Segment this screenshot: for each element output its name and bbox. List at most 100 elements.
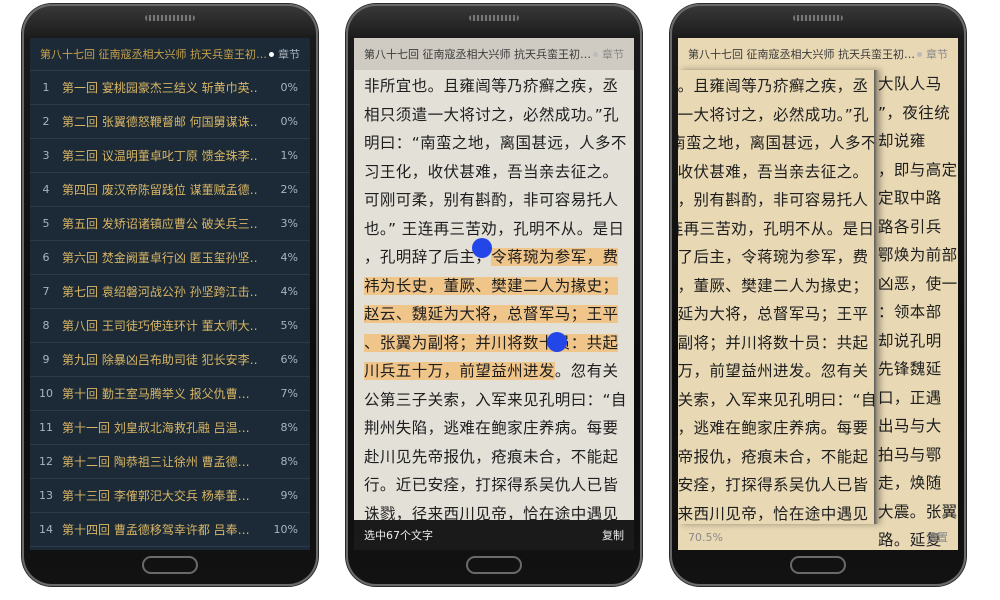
chapter-dot-icon (269, 51, 274, 57)
flipping-page[interactable]: 非所宜也。且雍闿等乃疥癣之疾，丞相只须遣一大将讨之，必然成功。”孔明曰：“南蛮之… (678, 70, 876, 524)
toc-item-percent: 1% (280, 148, 298, 162)
toc-item[interactable]: 6 第六回 焚金阙董卓行凶 匿玉玺孙坚… 4% (30, 240, 310, 275)
reading-progress: 70.5% (688, 530, 723, 544)
text-line: 行。近已安痊，打探得系吴仇人已皆 (678, 471, 876, 500)
text-line: ，即与高定 (878, 160, 958, 179)
text-line: 、张翼为副将；并川将数十员：共起 (678, 329, 876, 358)
text-line: 赴川见先帝报仇，疮痕未合，不能起 (678, 443, 876, 472)
text-segment: 、张翼为副将；并川将数十员：共起 (678, 333, 869, 352)
text-segment: 。忽有关 (804, 362, 869, 380)
toc-item[interactable]: 10 第十回 勤王室马腾举义 报父仇曹… 7% (30, 376, 310, 411)
toc-item[interactable]: 5 第五回 发矫诏诸镇应曹公 破关兵三… 3% (30, 206, 310, 241)
text-segment: 相只须遣一大将讨之，必然成功。”孔 (364, 105, 620, 124)
text-segment: ，孔明辞了后主， (678, 248, 742, 266)
toc-item[interactable]: 13 第十三回 李傕郭汜大交兵 杨奉董… 9% (30, 478, 310, 513)
text-segment: 行。近已安痊，打探得系吴仇人已皆 (678, 476, 869, 494)
reader-text[interactable]: 非所宜也。且雍闿等乃疥癣之疾，丞 相只须遣一大将讨之，必然成功。”孔 明曰：“南蛮之… (364, 72, 628, 550)
text-segment: 明曰：“南蛮之地，离国甚远，人多不 (364, 134, 627, 152)
text-line: 赵云、魏延为大将，总督军马；王平 (364, 300, 628, 329)
copy-button[interactable]: 复制 (602, 527, 624, 543)
text-line: 出马与大 (878, 417, 942, 435)
speaker-grille (793, 15, 843, 21)
text-segment: 公第三子关索，入军来见孔明曰：“自 (678, 390, 876, 409)
text-segment: 明曰：“南蛮之地，离国甚远，人多不 (678, 134, 876, 152)
toc-item[interactable]: 8 第八回 王司徒巧使连环计 董太师大… 5% (30, 308, 310, 343)
reader-screen: 第八十七回 征南寇丞相大兴师 抗天兵蛮王初… 章节 非所宜也。且雍闿等乃疥癣之疾… (354, 38, 634, 550)
selected-text: 川兵五十万，前望益州进发 (364, 362, 555, 380)
text-line: 诛戮，径来西川见帝，恰在途中遇见 (678, 500, 876, 525)
text-segment: 令蒋琬为参军，费 (741, 248, 869, 266)
text-line: 拍马与鄂 (878, 445, 942, 464)
selected-text: 赵云、魏延为大将，总督军马；王平 (364, 305, 619, 323)
text-line: 荆州失陷，逃难在鲍家庄养病。每要 (364, 414, 628, 443)
text-line: ，孔明辞了后主，令蒋琬为参军，费 (678, 243, 876, 272)
next-page-text: 大队人马 ”，夜往统 却说雍 ，即与高定 定取中路 路各引兵 鄂焕为前部 凶恶，使一 ：领本部… (878, 70, 958, 550)
toc-item-number: 5 (42, 216, 50, 230)
text-line: 走，焕随 (878, 474, 942, 492)
text-segment: 公第三子关索，入军来见孔明曰：“自 (364, 390, 627, 409)
home-button[interactable] (466, 556, 522, 574)
text-line: 行。近已安痊，打探得系吴仇人已皆 (364, 471, 628, 500)
toc-item-percent: 10% (273, 522, 298, 536)
toc-item-percent: 7% (280, 386, 298, 400)
toc-item-title: 第四回 废汉帝陈留践位 谋董贼孟德… (62, 182, 258, 197)
text-segment: 非所宜也。且雍闿等乃疥癣之疾，丞 (678, 77, 869, 95)
toc-item-title: 第十一回 刘皇叔北海救孔融 吕温… (62, 420, 250, 435)
toc-item[interactable]: 4 第四回 废汉帝陈留践位 谋董贼孟德… 2% (30, 172, 310, 207)
text-segment: 祎为长史，董厥、樊建二人为掾史； (678, 276, 869, 295)
toc-item-number: 4 (42, 182, 50, 196)
toc-item-title: 第九回 除暴凶吕布助司徒 犯长安李… (62, 352, 258, 367)
text-line: 祎为长史，董厥、樊建二人为掾史； (678, 272, 876, 301)
text-line: 明曰：“南蛮之地，离国甚远，人多不 (678, 129, 876, 158)
toc-item[interactable]: 9 第九回 除暴凶吕布助司徒 犯长安李… 6% (30, 342, 310, 377)
selection-end-handle-icon[interactable] (547, 332, 567, 352)
chapters-button[interactable]: 章节 (593, 46, 634, 62)
toc-item[interactable]: 14 第十四回 曹孟德移驾幸许都 吕奉… 10% (30, 512, 310, 547)
text-line: 大震。张翼 (878, 502, 958, 521)
toc-item-number: 10 (39, 386, 53, 400)
flipping-page-text: 非所宜也。且雍闿等乃疥癣之疾，丞相只须遣一大将讨之，必然成功。”孔明曰：“南蛮之… (678, 72, 876, 524)
text-line: 可刚可柔，别有斟酌，非可容易托人 (364, 186, 628, 215)
toc-item-title: 第八回 王司徒巧使连环计 董太师大… (62, 318, 258, 333)
text-line: 赴川见先帝报仇，疮痕未合，不能起 (364, 443, 628, 472)
settings-button[interactable]: 设置 (926, 529, 948, 545)
toc-item-percent: 2% (280, 182, 298, 196)
toc-item-number: 2 (42, 114, 50, 128)
home-button[interactable] (142, 556, 198, 574)
text-segment: 习王化，收伏甚难，吾当亲去征之。 (678, 162, 869, 181)
toc-item[interactable]: 2 第二回 张翼德怒鞭督邮 何国舅谋诛… 0% (30, 104, 310, 139)
toc-item[interactable]: 1 第一回 宴桃园豪杰三结义 斩黄巾英… 0% (30, 70, 310, 105)
toc-item[interactable]: 11 第十一回 刘皇叔北海救孔融 吕温… 8% (30, 410, 310, 445)
text-line: 相只须遣一大将讨之，必然成功。”孔 (364, 101, 628, 130)
text-segment: 可刚可柔，别有斟酌，非可容易托人 (678, 191, 869, 209)
home-button[interactable] (790, 556, 846, 574)
text-line: ，孔明辞了后主，令蒋琬为参军，费 (364, 243, 628, 272)
toc-item-percent: 5% (280, 318, 298, 332)
text-line: 路各引兵 (878, 217, 942, 236)
chapter-title: 第八十七回 征南寇丞相大兴师 抗天兵蛮王初… (40, 48, 267, 61)
chapters-button[interactable]: 章节 (917, 46, 958, 62)
toc-item-number: 14 (39, 522, 53, 536)
text-line: 习王化，收伏甚难，吾当亲去征之。 (364, 158, 628, 187)
text-line: 凶恶，使一 (878, 274, 958, 293)
toc-item-title: 第五回 发矫诏诸镇应曹公 破关兵三… (62, 216, 258, 231)
toc-item[interactable]: 12 第十二回 陶恭祖三让徐州 曹孟德… 8% (30, 444, 310, 479)
toc-item[interactable]: 3 第三回 议温明董卓叱丁原 馈金珠李… 1% (30, 138, 310, 173)
flip-screen: 第八十七回 征南寇丞相大兴师 抗天兵蛮王初… 章节 大队人马 ”，夜往统 却说雍 ，… (678, 38, 958, 550)
text-line: ”，夜往统 (878, 103, 951, 122)
text-line: 大队人马 (878, 75, 942, 93)
toc-item-number: 12 (39, 454, 53, 468)
chapter-title: 第八十七回 征南寇丞相大兴师 抗天兵蛮王初… (364, 48, 591, 61)
text-segment: 赵云、魏延为大将，总督军马；王平 (678, 305, 869, 323)
toc-item-number: 6 (42, 250, 50, 264)
chapters-button[interactable]: 章节 (269, 46, 310, 62)
toc-item[interactable]: 7 第七回 袁绍磐河战公孙 孙坚跨江击… 4% (30, 274, 310, 309)
chapter-dot-icon (593, 51, 598, 57)
chapter-header: 第八十七回 征南寇丞相大兴师 抗天兵蛮王初… 章节 (30, 38, 310, 71)
toc-item-percent: 3% (280, 216, 298, 230)
text-line: 却说雍 (878, 132, 926, 150)
selection-start-handle-icon[interactable] (472, 238, 492, 258)
text-line: 也。” 王连再三苦劝，孔明不从。是日 (678, 215, 876, 244)
toc-item-title: 第三回 议温明董卓叱丁原 馈金珠李… (62, 148, 258, 163)
text-line: 川兵五十万，前望益州进发。忽有关 (364, 357, 628, 386)
